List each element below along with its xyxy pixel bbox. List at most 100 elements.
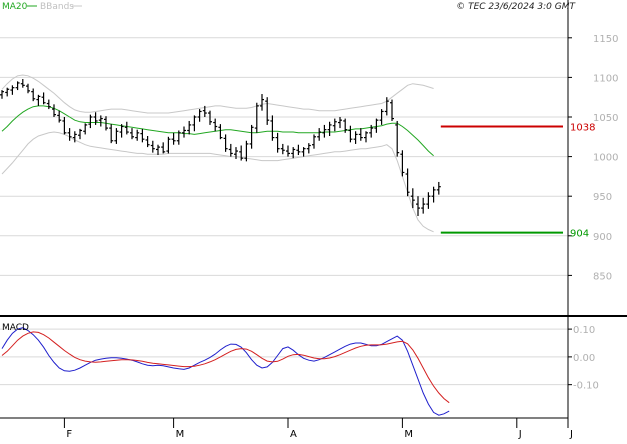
price-grid: [0, 37, 568, 276]
price-level-labels: 1038 904: [570, 123, 595, 240]
time-tick-label: M: [176, 429, 185, 440]
ohlc-bar: [228, 143, 233, 157]
ohlc-bar: [306, 143, 311, 154]
ohlc-bar: [265, 97, 270, 125]
ohlc-bar: [15, 81, 20, 91]
ohlc-bar: [46, 99, 51, 110]
time-tick-label: J: [569, 429, 573, 440]
ohlc-bar: [5, 87, 10, 97]
ohlc-bar: [52, 104, 56, 117]
macd-tick-label: 0.00: [573, 353, 595, 364]
ohlc-bar: [312, 134, 316, 149]
bb-upper-line: [1, 74, 434, 114]
macd-tick-label: -0.10: [573, 381, 599, 392]
ohlc-bar: [0, 90, 4, 99]
ohlc-bar: [332, 118, 337, 132]
ohlc-bar: [275, 132, 280, 153]
ohlc-bar: [416, 196, 420, 216]
ohlc-bar: [426, 192, 431, 209]
price-chart: 8509009501000105011001150 0.100.00-0.10 …: [0, 0, 627, 440]
ohlc-bar: [395, 120, 400, 157]
price-tick-label: 1050: [593, 113, 618, 124]
ohlc-bar: [213, 118, 218, 132]
ohlc-bar: [114, 128, 119, 144]
ohlc-bar: [130, 128, 134, 140]
ohlc-bar: [124, 121, 129, 135]
price-axis-labels: 850 900 950 1000 1050 1100 1150: [593, 34, 618, 283]
ohlc-bar: [41, 92, 46, 105]
ohlc-bar: [10, 85, 15, 95]
ohlc-bar: [67, 128, 72, 141]
ohlc-bar: [145, 136, 150, 148]
price-tick-label: 900: [593, 232, 612, 243]
price-levels: [440, 125, 563, 234]
price-level-label: 904: [570, 229, 589, 240]
ohlc-bar: [119, 124, 124, 138]
ohlc-bar: [348, 125, 353, 143]
ohlc-bar: [26, 83, 30, 94]
ohlc-bar: [374, 118, 379, 133]
ohlc-bar: [36, 94, 41, 106]
ohlc-bar: [353, 131, 358, 144]
ohlc-bar: [135, 129, 140, 141]
ohlc-bar: [338, 117, 342, 129]
ohlc-bar: [218, 124, 223, 140]
ohlc-bar: [286, 145, 290, 157]
ohlc-bar: [156, 144, 160, 156]
ohlc-bar: [249, 124, 254, 149]
ohlc-bar: [270, 115, 275, 141]
price-tick-label: 950: [593, 192, 612, 203]
ohlc-bar: [431, 186, 436, 203]
chart-stage: 850 900 950 1000 1050 1100 1150 0.10 0.00 -0.10 …: [0, 0, 627, 440]
ohlc-bar: [182, 126, 186, 138]
copyright-text: © TEC 23/6/2024 3:0 GMT: [456, 2, 576, 12]
ohlc-bar: [109, 124, 114, 144]
ohlc-bar: [31, 88, 36, 102]
chart-frame: [0, 0, 627, 419]
bollinger-bands: [1, 74, 434, 233]
time-tick-label: M: [404, 429, 413, 440]
ohlc-bar: [358, 128, 363, 141]
macd-grid: [0, 328, 568, 386]
price-level-label: 1038: [570, 123, 595, 134]
legend-bbands: BBands: [40, 2, 74, 12]
price-tick-label: 850: [593, 271, 612, 282]
ohlc-bar: [161, 142, 166, 154]
bb-lower-line: [1, 131, 434, 233]
macd-signal-line: [1, 331, 450, 404]
ohlc-bar: [197, 109, 202, 122]
ohlc-bar: [140, 128, 145, 143]
ohlc-bar: [322, 124, 327, 138]
price-tick-label: 1150: [593, 34, 618, 45]
ohlc-bar: [166, 136, 171, 154]
ohlc-bar: [301, 147, 306, 157]
time-axis-labels: FMAMJJ: [63, 418, 573, 440]
ohlc-bar: [421, 197, 426, 214]
macd-lines: [1, 327, 450, 416]
ohlc-bar: [83, 123, 88, 135]
time-tick-label: A: [290, 429, 297, 440]
ohlc-bar: [327, 121, 332, 137]
price-tick-label: 1100: [593, 73, 618, 84]
macd-tick-label: 0.10: [573, 325, 595, 336]
ohlc-bar: [239, 145, 244, 161]
ohlc-bar: [150, 140, 155, 153]
ohlc-bar: [317, 128, 322, 141]
legend-ma20: MA20: [2, 2, 28, 12]
ohlc-bar: [171, 132, 176, 145]
ohlc-bar: [187, 120, 192, 135]
ohlc-bar: [223, 134, 228, 152]
macd-title: MACD: [2, 323, 29, 333]
ohlc-bar: [93, 112, 98, 125]
macd-line: [1, 327, 450, 416]
ohlc-bar: [62, 117, 67, 135]
ohlc-bar: [436, 181, 441, 195]
ohlc-bar: [20, 78, 25, 88]
ohlc-bar: [192, 115, 197, 132]
macd-axis-labels: 0.10 0.00 -0.10: [573, 325, 599, 392]
ohlc-bar: [364, 131, 368, 143]
ohlc-bar: [296, 144, 301, 156]
ohlc-bar: [405, 168, 410, 197]
time-tick-label: F: [66, 429, 72, 440]
ohlc-bar: [390, 99, 394, 121]
